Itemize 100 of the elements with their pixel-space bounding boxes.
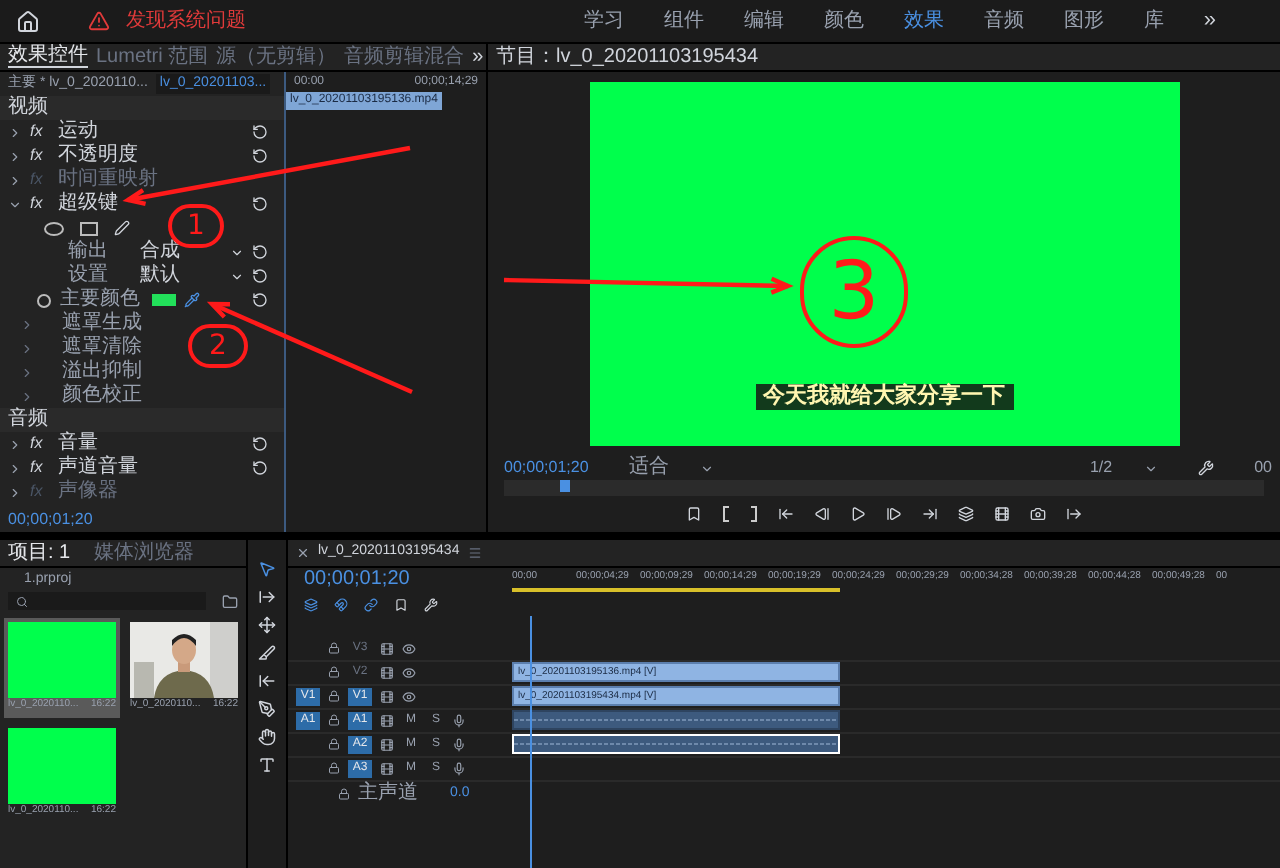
- microphone-icon[interactable]: [452, 761, 467, 776]
- lock-icon[interactable]: [328, 714, 340, 727]
- lock-icon[interactable]: [328, 690, 340, 703]
- play-icon[interactable]: [850, 506, 866, 522]
- hand-icon[interactable]: [258, 728, 276, 746]
- disclosure-icon[interactable]: [8, 125, 22, 139]
- warning-text[interactable]: 发现系统问题: [126, 6, 246, 36]
- reset-icon[interactable]: [252, 460, 268, 476]
- disclosure-icon[interactable]: [8, 485, 22, 499]
- panel-tab[interactable]: 效果控件: [8, 46, 88, 68]
- camera-icon[interactable]: [1030, 506, 1046, 522]
- marker-icon[interactable]: [394, 597, 408, 611]
- pen-icon[interactable]: [258, 700, 276, 718]
- resolution-dropdown[interactable]: 1/2: [1089, 456, 1159, 480]
- workspace-tab[interactable]: 学习: [583, 11, 624, 31]
- timecode: 00;00;01;20: [504, 456, 589, 480]
- menu-icon[interactable]: [467, 546, 482, 560]
- lock-icon[interactable]: [338, 787, 350, 800]
- search-field[interactable]: [8, 592, 206, 610]
- visibility-icon[interactable]: [402, 641, 416, 656]
- disclosure-icon[interactable]: [8, 173, 22, 187]
- panel-tab[interactable]: 媒体浏览器: [94, 543, 195, 563]
- timecode: 00;00;01;20: [8, 512, 93, 528]
- step-forward-icon[interactable]: [886, 506, 902, 522]
- disclosure-icon[interactable]: [8, 149, 22, 163]
- disclosure-icon[interactable]: [8, 461, 22, 475]
- more-button[interactable]: »: [1203, 4, 1216, 38]
- effect-name: 运动: [58, 122, 98, 142]
- search-icon: [16, 595, 28, 607]
- disclosure-icon[interactable]: [8, 197, 22, 211]
- zoom-dropdown[interactable]: 适合: [628, 458, 715, 478]
- property-label: 输出: [68, 242, 110, 262]
- eyedropper-icon[interactable]: [184, 292, 200, 308]
- fx-label[interactable]: fx: [30, 124, 50, 140]
- go-to-in-icon[interactable]: [778, 506, 794, 522]
- panel-tab[interactable]: 音频剪辑混合: [344, 47, 465, 67]
- reset-icon[interactable]: [252, 268, 268, 284]
- workspace-tab[interactable]: 效果: [903, 11, 944, 31]
- lock-icon[interactable]: [328, 762, 340, 775]
- go-to-out-icon[interactable]: [922, 506, 938, 522]
- color-swatch[interactable]: [152, 294, 176, 306]
- warning-icon: [88, 10, 110, 32]
- in-point-icon[interactable]: [722, 506, 730, 522]
- fx-label[interactable]: fx: [30, 436, 50, 452]
- circled-number: 3: [800, 236, 908, 348]
- disclosure-icon[interactable]: [8, 437, 22, 451]
- workspace-tab[interactable]: 颜色: [823, 11, 864, 31]
- fx-label[interactable]: fx: [30, 148, 50, 164]
- timecode: 00;00;01;20: [304, 568, 412, 593]
- workspace-tab[interactable]: 库: [1143, 11, 1164, 31]
- section-label: 视频: [8, 98, 48, 118]
- link-icon[interactable]: [364, 597, 378, 611]
- marker-icon[interactable]: [686, 506, 702, 522]
- snap-icon[interactable]: [334, 597, 348, 611]
- lock-icon[interactable]: [328, 738, 340, 751]
- rectangle-mask-icon[interactable]: [80, 221, 98, 235]
- settings-icon[interactable]: [1198, 460, 1215, 476]
- panel-tab[interactable]: 项目: 1: [8, 543, 71, 563]
- razor-icon[interactable]: [258, 644, 276, 662]
- selection-tool-icon[interactable]: [258, 560, 276, 578]
- close-icon[interactable]: [296, 546, 310, 560]
- property-dropdown[interactable]: 默认: [140, 266, 244, 286]
- stopwatch-icon[interactable]: [36, 292, 52, 308]
- microphone-icon[interactable]: [452, 713, 467, 728]
- visibility-icon[interactable]: [402, 689, 416, 704]
- property-label: 主要颜色: [60, 290, 142, 310]
- reset-icon[interactable]: [252, 124, 268, 140]
- reset-icon[interactable]: [252, 436, 268, 452]
- workspace-tab[interactable]: 图形: [1063, 11, 1104, 31]
- microphone-icon[interactable]: [452, 737, 467, 752]
- reset-icon[interactable]: [252, 148, 268, 164]
- ellipse-mask-icon[interactable]: [44, 221, 64, 235]
- panel-tab[interactable]: 源（无剪辑）: [216, 47, 337, 67]
- workspace-tab[interactable]: 音频: [983, 11, 1024, 31]
- reset-icon[interactable]: [252, 244, 268, 260]
- workspace-tab[interactable]: 组件: [663, 11, 704, 31]
- fx-label[interactable]: fx: [30, 460, 50, 476]
- caret-icon: [1144, 461, 1159, 475]
- lock-icon[interactable]: [328, 642, 340, 655]
- reset-icon[interactable]: [252, 196, 268, 212]
- out-point-icon[interactable]: [750, 506, 758, 522]
- media-thumbnail: [8, 622, 116, 698]
- scrubber-track[interactable]: [504, 480, 1264, 496]
- folder-icon[interactable]: [222, 593, 238, 609]
- track-name: 主声道: [358, 783, 418, 804]
- workspace-tab[interactable]: 编辑: [743, 11, 784, 31]
- step-back-icon[interactable]: [814, 506, 830, 522]
- visibility-icon[interactable]: [402, 665, 416, 680]
- home-icon[interactable]: [16, 9, 40, 33]
- more-button[interactable]: »: [472, 47, 484, 67]
- type-icon[interactable]: [258, 756, 276, 774]
- settings-icon[interactable]: [424, 597, 438, 611]
- fx-label[interactable]: fx: [30, 196, 50, 212]
- group-label: 遮罩生成: [62, 314, 142, 334]
- timecode: 00: [1254, 456, 1272, 480]
- panel-tab[interactable]: Lumetri 范围: [96, 47, 209, 67]
- pen-icon[interactable]: [114, 220, 130, 236]
- reset-icon[interactable]: [252, 292, 268, 308]
- group-label: 颜色校正: [62, 386, 142, 406]
- lock-icon[interactable]: [328, 666, 340, 679]
